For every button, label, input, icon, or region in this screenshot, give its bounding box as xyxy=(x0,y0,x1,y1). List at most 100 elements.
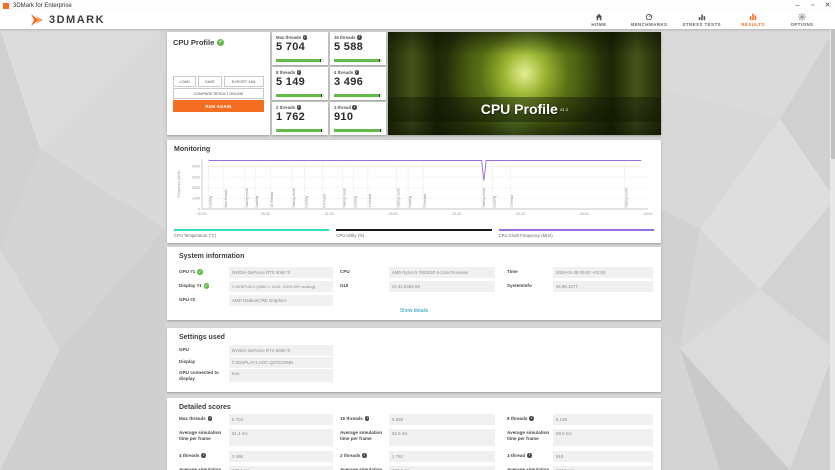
gpu2-label: GPU #2 xyxy=(179,297,196,302)
monitoring-legend-item: CPU Temperature (°C) xyxy=(174,228,330,238)
tile-label: 2 threads xyxy=(276,105,296,110)
info-icon[interactable]: i xyxy=(296,105,302,110)
settings-gpu-value: NVIDIA GeForce RTX 5060 Ti xyxy=(229,345,333,356)
info-icon[interactable]: i xyxy=(357,35,362,40)
export-xml-button[interactable]: EXPORT XML xyxy=(223,76,264,87)
benchmark-hero-image: CPU Profile v1.1 xyxy=(388,32,661,135)
monitoring-card: Monitoring 0 1000 2000 3000 4000 Loading Max t… xyxy=(167,140,661,243)
svg-text:Saving result: Saving result xyxy=(396,188,400,207)
info-icon[interactable]: i xyxy=(207,416,213,421)
avg-sim-label: Average simulation time per frame xyxy=(340,430,383,441)
score-bar xyxy=(276,129,324,132)
minimize-button[interactable]: – xyxy=(790,0,805,11)
tile-score: 5 149 xyxy=(276,76,306,88)
info-icon[interactable]: i xyxy=(354,70,360,75)
score-bar xyxy=(276,59,324,62)
score-tile-1-thread: 1-thread i 910 xyxy=(330,102,386,135)
info-icon[interactable]: i xyxy=(364,416,370,421)
svg-text:Loading: Loading xyxy=(354,196,358,208)
compare-result-online-button[interactable]: COMPARE RESULT ONLINE xyxy=(173,88,264,99)
score-bar xyxy=(334,129,382,132)
monitoring-legend: CPU Temperature (°C) CPU Utility (%) CPU… xyxy=(174,228,654,238)
svg-text:01:20: 01:20 xyxy=(325,212,334,216)
detail-score-2-threads: 1 762 xyxy=(389,451,495,462)
legend-label: CPU Temperature (°C) xyxy=(174,233,217,238)
tile-label: Max threads xyxy=(276,35,302,40)
detail-avg-4-threads: 100.1 ms xyxy=(229,466,333,470)
detail-avg-16-threads: 62.6 ms xyxy=(389,429,495,446)
nav-item-home[interactable]: HOME xyxy=(582,13,616,27)
svg-text:04:40: 04:40 xyxy=(644,212,653,216)
svg-text:0: 0 xyxy=(198,207,200,211)
check-icon: ✓ xyxy=(203,283,210,289)
tile-score: 1 762 xyxy=(276,111,306,123)
detail-score-8-threads: 5 149 xyxy=(553,414,653,425)
load-button[interactable]: LOAD xyxy=(173,76,197,87)
window-titlebar: 3DMark for Enterprise – ▫ ✕ xyxy=(0,0,835,11)
save-button[interactable]: SAVE xyxy=(198,76,222,87)
check-icon: ✓ xyxy=(197,269,203,275)
settings-display-label: Display xyxy=(179,359,196,364)
results-icon xyxy=(749,13,757,21)
maximize-button[interactable]: ▫ xyxy=(805,0,820,11)
tile-score: 5 704 xyxy=(276,41,306,53)
3dmark-logo: 3DMARK xyxy=(30,13,105,27)
score-tiles: Max threads i 5 704 16 threads i 5 588 8 t… xyxy=(272,32,386,135)
score-bar xyxy=(334,94,382,97)
score-bar xyxy=(334,59,382,62)
systeminfo-label: SystemInfo xyxy=(507,283,532,288)
scrollbar-thumb[interactable] xyxy=(830,29,835,159)
gpu1-label: GPU #1 ✓ xyxy=(179,269,203,275)
svg-text:Saving result: Saving result xyxy=(482,188,486,207)
nav-items: HOME BENCHMARKS STRESS TESTS RESULTS OPT… xyxy=(582,13,819,27)
window-title: 3DMark for Enterprise xyxy=(13,2,72,9)
benchmarks-icon xyxy=(645,13,653,21)
tile-label: 16 threads xyxy=(334,35,356,40)
time-value: 2026-01-08 09:00 +02:00 xyxy=(553,267,653,278)
hero-version: v1.1 xyxy=(559,106,569,112)
cpu-value: AMD Ryzen 5 7500X3D 6-Core Processor xyxy=(389,267,495,278)
svg-text:02:00: 02:00 xyxy=(389,212,398,216)
gpu1-value: NVIDIA GeForce RTX 5060 Ti xyxy=(229,267,333,278)
nav-item-benchmarks[interactable]: BENCHMARKS xyxy=(631,13,668,27)
avg-sim-label: Average simulation time per frame xyxy=(507,430,550,441)
detail-avg-8-threads: 68.0 ms xyxy=(553,429,653,446)
gui-value: v2.32.8454 64 xyxy=(389,281,495,292)
info-icon[interactable]: i xyxy=(296,70,302,75)
detailed-scores-card: Detailed scores Max threads i 5 704 Avera… xyxy=(167,398,661,470)
info-icon[interactable]: i xyxy=(352,105,357,110)
info-icon[interactable]: i xyxy=(302,35,308,40)
result-title: CPU Profile xyxy=(173,38,215,47)
detail-label-16-threads: 16 threads i xyxy=(340,416,370,421)
show-details-link[interactable]: Show details xyxy=(167,308,661,314)
svg-text:2 threads: 2 threads xyxy=(423,193,427,207)
gui-label: GUI xyxy=(340,283,349,288)
info-icon[interactable]: i xyxy=(362,453,367,458)
svg-text:Saving result: Saving result xyxy=(624,188,628,207)
settings-used-card: Settings used GPU NVIDIA GeForce RTX 506… xyxy=(167,328,661,392)
nav-item-options[interactable]: OPTIONS xyxy=(785,13,819,27)
svg-text:Loading: Loading xyxy=(255,196,259,208)
svg-text:Max threads: Max threads xyxy=(224,189,228,207)
valid-result-check-icon: ✓ xyxy=(217,39,225,46)
info-icon[interactable]: i xyxy=(201,453,206,458)
close-button[interactable]: ✕ xyxy=(820,0,835,11)
svg-text:Loading: Loading xyxy=(492,196,496,208)
nav-item-stress-tests[interactable]: STRESS TESTS xyxy=(682,13,721,27)
detail-score-16-threads: 5 588 xyxy=(389,414,495,425)
detail-score-4-threads: 3 496 xyxy=(229,451,333,462)
run-again-button[interactable]: RUN AGAIN xyxy=(173,100,264,112)
settings-connected-label: GPU connected to display xyxy=(179,370,219,381)
nav-item-results[interactable]: RESULTS xyxy=(736,13,770,27)
info-icon[interactable]: i xyxy=(529,416,534,421)
cpu-label: CPU xyxy=(340,269,350,274)
svg-text:Saving result: Saving result xyxy=(245,188,249,207)
svg-text:4000: 4000 xyxy=(192,165,200,169)
hero-title-band: CPU Profile v1.1 xyxy=(388,96,661,122)
tile-score: 910 xyxy=(334,111,354,123)
display1-label: Display #1 ✓ xyxy=(179,283,210,289)
monitoring-chart: 0 1000 2000 3000 4000 Loading Max threads Savin… xyxy=(177,159,653,216)
tile-score: 3 496 xyxy=(334,76,364,88)
nav-label: HOME xyxy=(591,22,607,27)
info-icon[interactable]: i xyxy=(527,453,532,458)
